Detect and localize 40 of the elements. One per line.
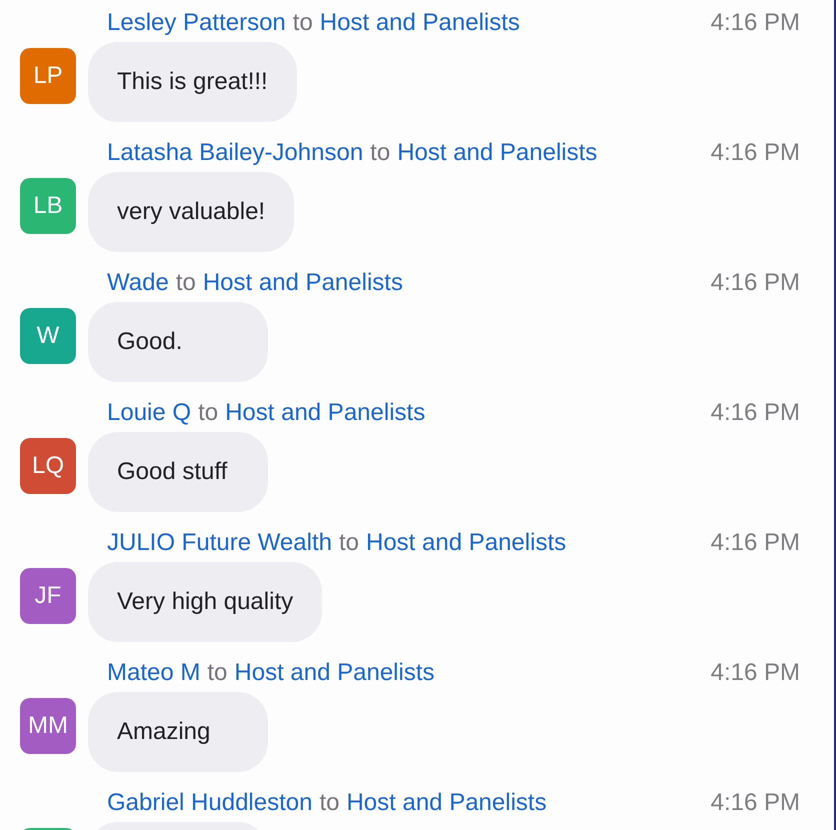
to-label: to <box>338 529 359 557</box>
message-time: 4:16 PM <box>710 789 800 817</box>
recipient-name[interactable]: Host and Panelists <box>366 529 566 557</box>
sender-name[interactable]: Louie Q <box>107 399 192 427</box>
recipient-name[interactable]: Host and Panelists <box>234 659 434 687</box>
to-label: to <box>207 659 228 687</box>
sender-name[interactable]: Latasha Bailey-Johnson <box>107 139 364 167</box>
avatar: LB <box>20 178 76 234</box>
recipient-name[interactable]: Host and Panelists <box>202 269 403 297</box>
message-bubble: very valuable! <box>88 172 294 252</box>
avatar: W <box>20 308 76 364</box>
message-time: 4:16 PM <box>710 659 800 687</box>
sender-name[interactable]: Mateo M <box>107 659 200 687</box>
recipient-name[interactable]: Host and Panelists <box>346 789 547 817</box>
recipient-name[interactable]: Host and Panelists <box>320 9 520 37</box>
message-time: 4:16 PM <box>710 139 800 167</box>
message-bubble: Good. <box>88 302 268 382</box>
message-time: 4:16 PM <box>710 9 800 37</box>
recipient-name[interactable]: Host and Panelists <box>225 399 426 427</box>
to-label: to <box>370 139 390 167</box>
to-label: to <box>176 269 196 297</box>
message-bubble: Amazing <box>88 692 268 772</box>
to-label: to <box>198 399 218 427</box>
recipient-name[interactable]: Host and Panelists <box>397 139 598 167</box>
sender-name[interactable]: Gabriel Huddleston <box>107 789 312 817</box>
sender-name[interactable]: Wade <box>107 269 169 297</box>
message-bubble: Very high quality <box>88 562 322 642</box>
message-bubble: This is great!!! <box>88 42 297 122</box>
avatar: MM <box>20 698 76 754</box>
avatar: JF <box>20 568 76 624</box>
message-time: 4:16 PM <box>710 269 800 297</box>
avatar: LP <box>20 48 76 104</box>
avatar: LQ <box>20 438 76 494</box>
to-label: to <box>292 9 313 37</box>
sender-name[interactable]: Lesley Patterson <box>107 9 286 37</box>
message-bubble: Good stuff <box>88 432 268 512</box>
message-time: 4:16 PM <box>710 399 800 427</box>
to-label: to <box>319 789 340 817</box>
sender-name[interactable]: JULIO Future Wealth <box>107 529 332 557</box>
message-time: 4:16 PM <box>710 529 800 557</box>
